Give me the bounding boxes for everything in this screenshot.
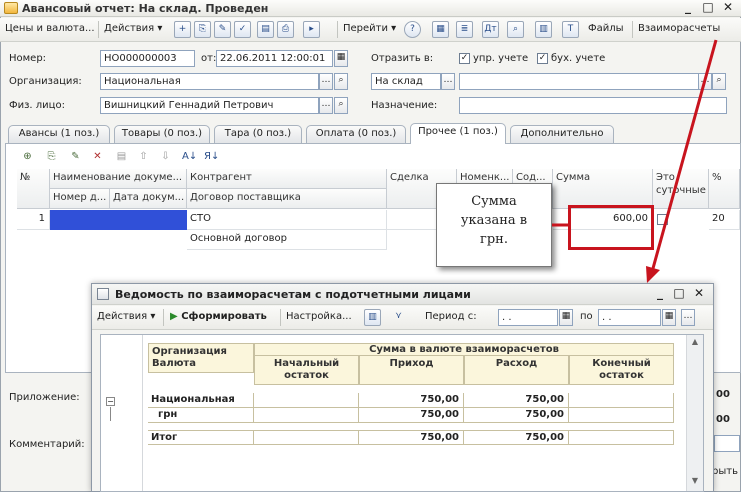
annotation-arrows (552, 39, 718, 283)
